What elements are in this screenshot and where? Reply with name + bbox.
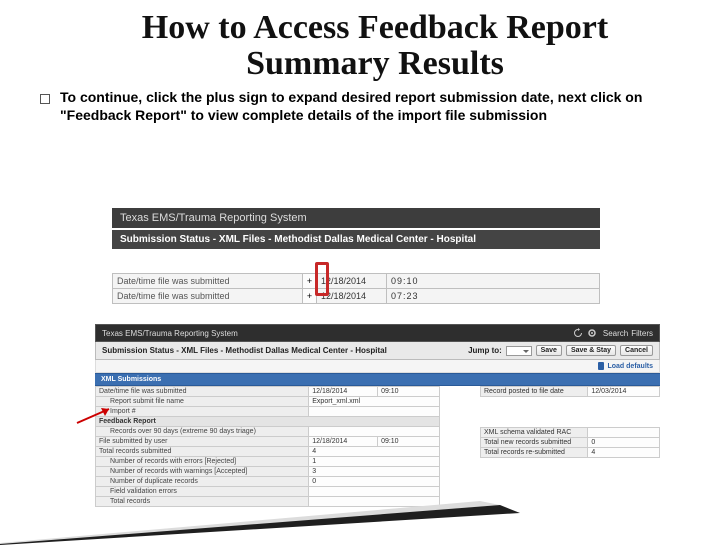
right-val [588, 428, 660, 438]
submission-date-table: Date/time file was submitted + 12/18/201… [112, 273, 600, 304]
instruction-text: To continue, click the plus sign to expa… [60, 89, 680, 124]
left-label: Number of records with warnings [Accepte… [96, 467, 309, 477]
crumbs-row: Load defaults [95, 360, 660, 373]
app-title-text: Texas EMS/Trauma Reporting System [102, 329, 238, 338]
left-val: 1 [309, 457, 440, 467]
filters-button[interactable]: Filters [631, 329, 653, 338]
right-label: Total new records submitted [481, 438, 588, 448]
row-label: Date/time file was submitted [113, 289, 303, 304]
instruction-bullet: To continue, click the plus sign to expa… [40, 89, 680, 124]
left-val [309, 407, 440, 417]
app-title-bar: Texas EMS/Trauma Reporting System [112, 208, 600, 228]
search-button[interactable]: Search [603, 329, 628, 338]
right-label: Record posted to file date [481, 387, 588, 397]
left-label: Report submit file name [96, 397, 309, 407]
doc-icon [597, 362, 605, 370]
left-label: Number of records with errors [Rejected] [96, 457, 309, 467]
left-val [309, 427, 440, 437]
sub-header-text: Submission Status - XML Files - Methodis… [102, 346, 387, 355]
load-defaults-link[interactable]: Load defaults [597, 362, 653, 370]
right-val: 0 [588, 438, 660, 448]
left-val: 12/18/2014 [309, 437, 378, 447]
screenshot-top: Texas EMS/Trauma Reporting System Submis… [112, 208, 600, 304]
feedback-report-link[interactable]: Feedback Report [96, 417, 440, 427]
left-val: 12/18/2014 [309, 387, 378, 397]
table-row: Date/time file was submitted + 12/18/201… [113, 289, 600, 304]
right-label: XML schema validated RAC [481, 428, 588, 438]
cancel-button[interactable]: Cancel [620, 345, 653, 356]
refresh-icon[interactable] [573, 328, 583, 338]
right-label: Total records re-submitted [481, 448, 588, 458]
save-stay-button[interactable]: Save & Stay [566, 345, 616, 356]
highlight-expand-icon [315, 262, 329, 296]
app-title-bar-2: Texas EMS/Trauma Reporting System Search… [95, 324, 660, 342]
section-band: XML Submissions [95, 373, 660, 386]
left-label: Import # [96, 407, 309, 417]
gear-icon[interactable] [587, 328, 597, 338]
detail-table-right-2: XML schema validated RAC Total new recor… [480, 427, 660, 458]
left-val: 4 [309, 447, 440, 457]
row-time: 07:23 [387, 289, 600, 304]
left-label: File submitted by user [96, 437, 309, 447]
row-label: Date/time file was submitted [113, 274, 303, 289]
left-val: Export_xml.xml [309, 397, 440, 407]
left-val2: 09:10 [378, 387, 440, 397]
left-val: 3 [309, 467, 440, 477]
screenshot-bottom: Texas EMS/Trauma Reporting System Search… [95, 324, 660, 507]
left-val2: 09:10 [378, 437, 440, 447]
left-label: Date/time file was submitted [96, 387, 309, 397]
right-val: 12/03/2014 [588, 387, 660, 397]
slide-decoration [0, 485, 520, 550]
table-row: Date/time file was submitted + 12/18/201… [113, 274, 600, 289]
sub-header-bar: Submission Status - XML Files - Methodis… [95, 342, 660, 360]
jump-to-select[interactable] [506, 346, 532, 356]
detail-table-right: Record posted to file date12/03/2014 [480, 386, 660, 397]
jump-to-label: Jump to: [468, 346, 502, 355]
right-val: 4 [588, 448, 660, 458]
page-title: How to Access Feedback Report Summary Re… [70, 10, 680, 81]
save-button[interactable]: Save [536, 345, 562, 356]
bullet-box-icon [40, 94, 50, 104]
left-label: Records over 90 days (extreme 90 days tr… [96, 427, 309, 437]
breadcrumb-bar: Submission Status - XML Files - Methodis… [112, 230, 600, 249]
row-time: 09:10 [387, 274, 600, 289]
red-arrow-icon [75, 405, 115, 425]
left-label: Total records submitted [96, 447, 309, 457]
